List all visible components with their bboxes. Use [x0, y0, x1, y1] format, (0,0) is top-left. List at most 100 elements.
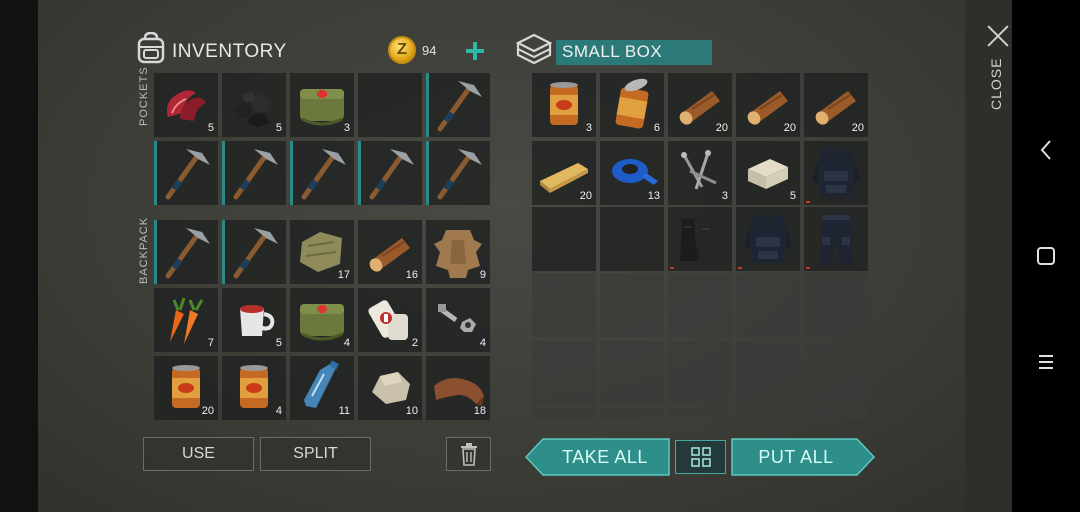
- box-slot-empty[interactable]: [600, 409, 664, 419]
- police-vest-icon: [744, 215, 792, 263]
- box-slot-empty[interactable]: [804, 341, 868, 405]
- home-nav-button[interactable]: [1034, 244, 1058, 268]
- backpack-slot[interactable]: 11: [290, 356, 354, 420]
- backpack-slot[interactable]: 9: [426, 220, 490, 284]
- box-slot-empty[interactable]: [532, 273, 596, 337]
- box-slot[interactable]: 3: [668, 141, 732, 205]
- box-slot-empty[interactable]: [668, 409, 732, 419]
- backpack-slot[interactable]: 2: [358, 288, 422, 352]
- box-icon: [516, 33, 552, 65]
- item-count: 3: [721, 190, 728, 202]
- item-count: 9: [479, 269, 486, 281]
- item-count: 4: [275, 405, 282, 417]
- backpack-slot[interactable]: 20: [154, 356, 218, 420]
- box-slot-empty[interactable]: [532, 409, 596, 419]
- box-slot-empty[interactable]: [736, 409, 800, 419]
- item-count: 10: [405, 405, 418, 417]
- trash-button[interactable]: [446, 437, 491, 471]
- box-slot[interactable]: 13: [600, 141, 664, 205]
- box-slot-empty[interactable]: [600, 273, 664, 337]
- box-slot[interactable]: [804, 141, 868, 205]
- box-slot[interactable]: 20: [736, 73, 800, 137]
- recents-nav-button[interactable]: [1034, 350, 1058, 374]
- box-slot[interactable]: [668, 207, 732, 271]
- box-slot[interactable]: [804, 207, 868, 271]
- put-all-button[interactable]: PUT ALL: [735, 440, 857, 474]
- box-slot[interactable]: 6: [600, 73, 664, 137]
- item-count: 7: [207, 337, 214, 349]
- system-nav-bar: [1012, 0, 1080, 512]
- backpack-slot[interactable]: 7: [154, 288, 218, 352]
- box-slot-empty[interactable]: [600, 341, 664, 405]
- pickaxe-icon: [437, 149, 482, 200]
- pockets-label: POCKETS: [138, 66, 150, 126]
- pocket-slot[interactable]: 5: [222, 73, 286, 137]
- close-button[interactable]: [986, 24, 1010, 48]
- square-icon: [1037, 247, 1055, 265]
- box-slot-empty[interactable]: [804, 273, 868, 337]
- pocket-slot[interactable]: [154, 141, 218, 205]
- pocket-slot[interactable]: 5: [154, 73, 218, 137]
- item-count: 4: [479, 337, 486, 349]
- pocket-slot[interactable]: [358, 141, 422, 205]
- box-slot[interactable]: 20: [532, 141, 596, 205]
- take-all-button[interactable]: TAKE ALL: [545, 440, 665, 474]
- durability-marker: [738, 267, 742, 269]
- inventory-header: INVENTORY: [136, 32, 287, 64]
- item-count: 20: [579, 190, 592, 202]
- close-label[interactable]: CLOSE: [988, 58, 1004, 110]
- backpack-slot[interactable]: 10: [358, 356, 422, 420]
- box-slot[interactable]: 5: [736, 141, 800, 205]
- box-slot-empty[interactable]: [532, 341, 596, 405]
- durability-marker: [806, 267, 810, 269]
- box-slot-empty[interactable]: [736, 273, 800, 337]
- box-slot[interactable]: [736, 207, 800, 271]
- use-button[interactable]: USE: [143, 437, 254, 471]
- pocket-slot-empty[interactable]: [358, 73, 422, 137]
- pocket-slot[interactable]: [426, 141, 490, 205]
- coin-icon: Z: [388, 36, 416, 64]
- pickaxe-icon: [233, 149, 278, 200]
- backpack-slot[interactable]: 17: [290, 220, 354, 284]
- item-count: 3: [343, 122, 350, 134]
- backpack-slot[interactable]: 16: [358, 220, 422, 284]
- backpack-slot[interactable]: 4: [290, 288, 354, 352]
- backpack-slot[interactable]: 18: [426, 356, 490, 420]
- split-button[interactable]: SPLIT: [260, 437, 371, 471]
- pocket-slot[interactable]: [222, 141, 286, 205]
- item-count: 5: [789, 190, 796, 202]
- item-count: 3: [585, 122, 592, 134]
- item-count: 13: [647, 190, 660, 202]
- pickaxe-icon: [165, 149, 210, 200]
- backpack-slot[interactable]: [222, 220, 286, 284]
- backpack-slot[interactable]: [154, 220, 218, 284]
- pocket-slot[interactable]: 3: [290, 73, 354, 137]
- box-slot-empty[interactable]: [668, 273, 732, 337]
- back-nav-button[interactable]: [1034, 138, 1058, 162]
- currency-display: Z 94: [388, 36, 436, 64]
- backpack-slot[interactable]: 4: [426, 288, 490, 352]
- backpack-slot[interactable]: 4: [222, 356, 286, 420]
- box-slot-empty[interactable]: [736, 341, 800, 405]
- box-slot[interactable]: 20: [668, 73, 732, 137]
- backpack-icon: [137, 32, 165, 64]
- pickaxe-icon: [165, 228, 210, 279]
- item-count: 5: [275, 337, 282, 349]
- chevron-left-icon: [1040, 140, 1051, 160]
- box-slot-empty[interactable]: [804, 409, 868, 419]
- pocket-slot[interactable]: [426, 73, 490, 137]
- pickaxe-icon: [437, 81, 482, 132]
- left-edge: [0, 0, 38, 512]
- box-slot-empty[interactable]: [600, 207, 664, 271]
- box-slot[interactable]: 3: [532, 73, 596, 137]
- add-currency-button[interactable]: [464, 40, 486, 62]
- item-count: 20: [783, 122, 796, 134]
- box-slot[interactable]: 20: [804, 73, 868, 137]
- box-slot-empty[interactable]: [532, 207, 596, 271]
- pocket-slot[interactable]: [290, 141, 354, 205]
- backpack-slot[interactable]: 5: [222, 288, 286, 352]
- box-slot-empty[interactable]: [668, 341, 732, 405]
- sort-button[interactable]: [675, 440, 726, 474]
- item-count: 2: [411, 337, 418, 349]
- coin-amount: 94: [422, 42, 437, 58]
